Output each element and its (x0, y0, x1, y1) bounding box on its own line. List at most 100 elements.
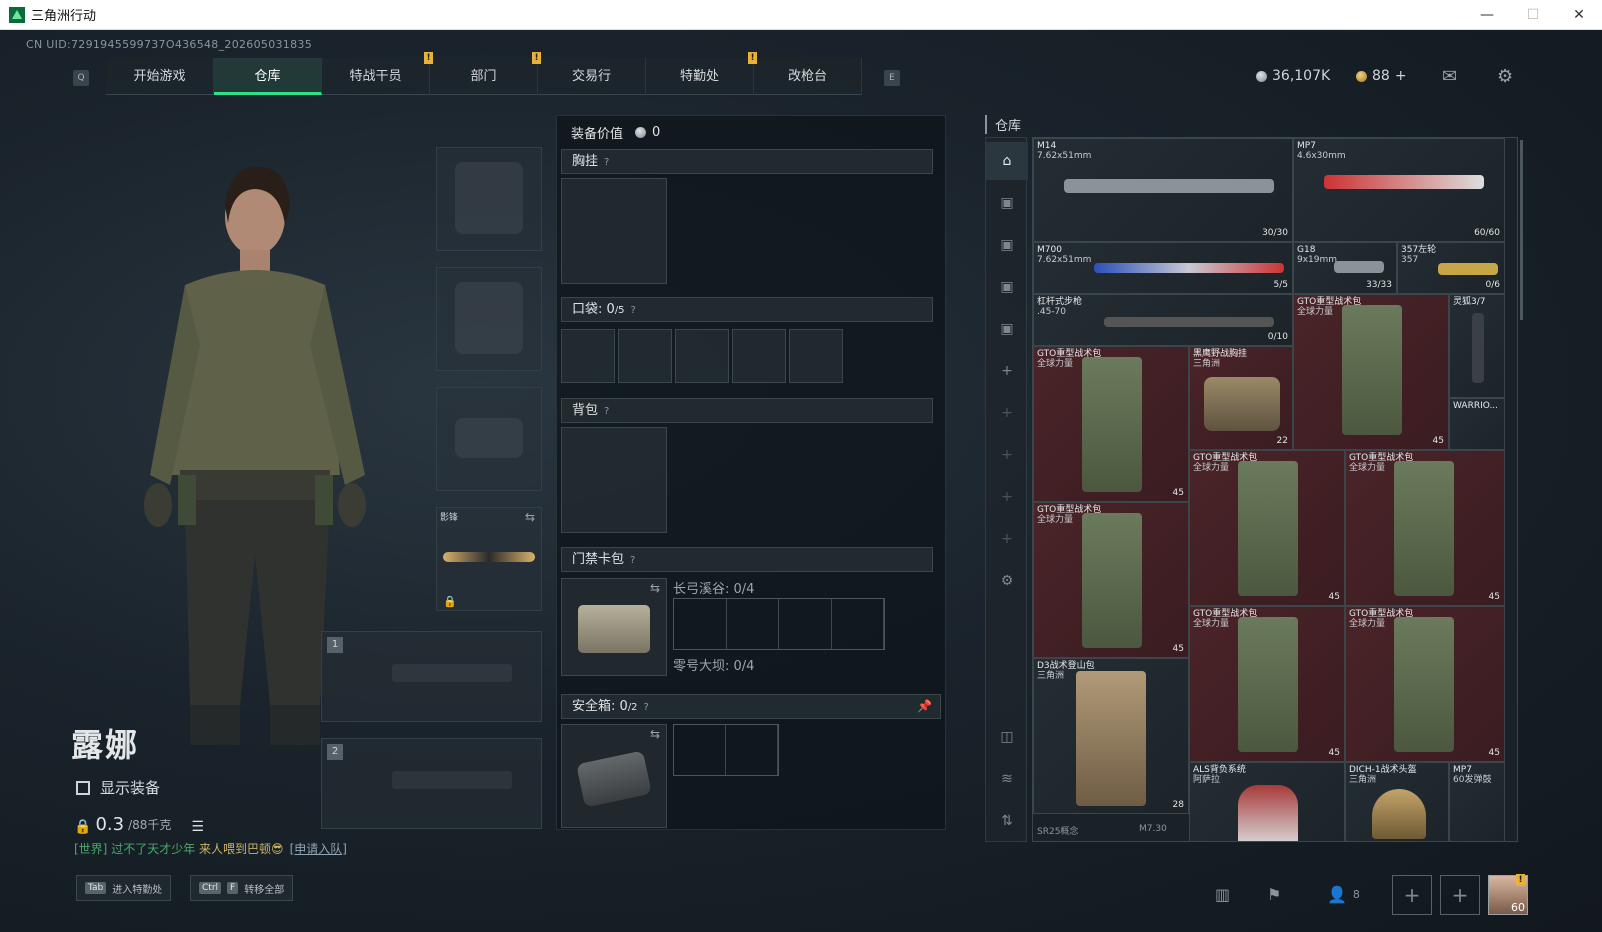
tab-warehouse[interactable]: 仓库 (214, 58, 322, 95)
minimize-button[interactable]: — (1464, 0, 1510, 30)
pistol-icon (1334, 261, 1384, 273)
tab-gunsmith[interactable]: 改枪台 (754, 58, 862, 95)
warehouse-tab-icon[interactable]: ▣ (986, 184, 1028, 222)
backpack-slot[interactable] (561, 427, 667, 533)
help-icon[interactable]: ? (631, 305, 636, 316)
warehouse-tab-icon[interactable]: ▣ (986, 268, 1028, 306)
mail-icon[interactable]: ✉ (1442, 66, 1457, 87)
storage-item-gto-backpack[interactable]: GTO重型战术包 全球力量 45 (1293, 294, 1449, 450)
tab-special-ops[interactable]: 特勤处! (646, 52, 757, 95)
lever-rifle-icon (1104, 317, 1274, 327)
storage-item-helmet[interactable]: DICH-1战术头盔 三角洲 (1345, 762, 1449, 841)
show-equipment-toggle[interactable]: 显示装备 (76, 777, 160, 798)
primary-weapon-slot-2[interactable]: 2 (321, 738, 542, 829)
invite-slot[interactable]: + (1392, 875, 1432, 915)
keycard-case-slot[interactable]: ⇆ (561, 578, 667, 676)
storage-item-gto-backpack[interactable]: GTO重型战术包 全球力量 45 (1345, 450, 1505, 606)
storage-item-scope[interactable]: 灵狐3/7 (1449, 294, 1505, 398)
gold-currency[interactable]: 88 + (1356, 68, 1407, 84)
help-icon[interactable]: ? (630, 555, 635, 566)
storage-item-357-revolver[interactable]: 357左轮 357 0/6 (1397, 242, 1505, 294)
tab-operators[interactable]: 特战干员! (322, 52, 433, 95)
melee-label: 影锋 (440, 513, 459, 523)
keycard-grid-longbow[interactable] (673, 598, 885, 650)
swap-icon[interactable]: ⇆ (525, 510, 535, 524)
swap-icon[interactable]: ⇆ (650, 581, 660, 595)
window-title: 三角洲行动 (31, 9, 97, 24)
tab-start-game[interactable]: 开始游戏 (106, 58, 214, 95)
backpack-header: 背包? (561, 398, 933, 423)
checkbox[interactable] (76, 780, 90, 795)
storage-item-mp7-drum[interactable]: MP7 60发弹鼓 (1449, 762, 1505, 841)
pocket-slot[interactable] (561, 329, 615, 383)
settings-gear-icon[interactable]: ⚙ (986, 562, 1028, 600)
storage-item-m700[interactable]: M700 7.62x51mm 5/5 (1033, 242, 1293, 294)
warehouse-tab-icon[interactable]: ▣ (986, 226, 1028, 264)
storage-item-gto-backpack[interactable]: GTO重型战术包 全球力量 45 (1033, 502, 1189, 658)
container-icon[interactable]: ◫ (986, 718, 1028, 756)
storage-item-als-system[interactable]: ALS背负系统 阿萨拉 (1189, 762, 1345, 841)
pocket-slot[interactable] (675, 329, 729, 383)
storage-item-label: SR25概念 (1037, 827, 1079, 837)
warehouse-all-icon[interactable]: ⌂ (986, 142, 1028, 180)
apply-join-link[interactable]: [申请入队] (290, 842, 347, 856)
storage-item-lever-rifle[interactable]: 杠杆式步枪 .45-70 0/10 (1033, 294, 1293, 346)
world-chat[interactable]: [世界] 过不了天才少年 来人喂到巴顿😎 [申请入队] (74, 840, 347, 857)
storage-item-gto-backpack[interactable]: GTO重型战术包 全球力量 45 (1189, 606, 1345, 762)
flag-icon[interactable]: ⚑ (1267, 885, 1281, 904)
safe-box-header: 安全箱: 0/2? 📌 (561, 694, 941, 719)
storage-item-gto-backpack[interactable]: GTO重型战术包 全球力量 45 (1345, 606, 1505, 762)
chest-rig-slot[interactable] (561, 178, 667, 284)
transfer-all-button[interactable]: Ctrl F 转移全部 (190, 875, 294, 901)
add-tab-icon[interactable]: + (986, 436, 1028, 474)
warehouse-scrollbar[interactable] (1520, 140, 1523, 320)
help-icon[interactable]: ? (644, 702, 649, 713)
storage-item-gto-backpack[interactable]: GTO重型战术包 全球力量 45 (1189, 450, 1345, 606)
storage-item-chest-rig[interactable]: 黑鹰野战胸挂 三角洲 22 (1189, 346, 1293, 450)
storage-item-d3-backpack[interactable]: D3战术登山包 三角洲 28 (1033, 658, 1189, 814)
melee-slot[interactable]: 影锋 ⇆ 🔒 (436, 507, 542, 611)
helmet-slot[interactable] (436, 147, 542, 251)
settings-gear-icon[interactable]: ⚙ (1497, 66, 1513, 87)
player-avatar[interactable]: ! 60 (1488, 874, 1528, 915)
pocket-slot[interactable] (618, 329, 672, 383)
swap-icon[interactable]: ⇆ (650, 727, 660, 741)
help-icon[interactable]: ? (604, 157, 609, 168)
tab-department[interactable]: 部门! (430, 52, 541, 95)
friends-button[interactable]: 👤 8 (1327, 885, 1360, 904)
storage-item-m14[interactable]: M14 7.62x51mm 30/30 (1033, 138, 1293, 242)
armor-slot[interactable] (436, 267, 542, 371)
pocket-slot[interactable] (732, 329, 786, 383)
pin-icon[interactable]: 📌 (917, 695, 932, 718)
sniper-rifle-icon (1094, 263, 1284, 273)
storage-item-gto-backpack[interactable]: GTO重型战术包 全球力量 45 (1033, 346, 1189, 502)
storage-item-warrior[interactable]: WARRIO... (1449, 398, 1505, 450)
add-tab-icon[interactable]: + (986, 352, 1028, 390)
nav-next-key[interactable]: E (884, 70, 900, 86)
storage-item-g18[interactable]: G18 9x19mm 33/33 (1293, 242, 1397, 294)
safe-box-grid[interactable] (673, 724, 779, 776)
add-tab-icon[interactable]: + (986, 394, 1028, 432)
stats-icon[interactable]: ▥ (1215, 885, 1230, 904)
pistol-slot[interactable] (436, 387, 542, 491)
list-icon[interactable]: ☰ (191, 819, 204, 835)
layers-icon[interactable]: ≋ (986, 760, 1028, 798)
silver-currency[interactable]: 36,107K (1256, 68, 1330, 84)
maximize-button[interactable]: ☐ (1510, 0, 1556, 30)
enter-special-ops-button[interactable]: Tab 进入特勤处 (76, 875, 172, 901)
primary-weapon-slot-1[interactable]: 1 (321, 631, 542, 722)
tab-market[interactable]: 交易行 (538, 58, 646, 95)
storage-item-mp7[interactable]: MP7 4.6x30mm 60/60 (1293, 138, 1505, 242)
add-currency-button[interactable]: + (1395, 68, 1407, 84)
pocket-slot[interactable] (789, 329, 843, 383)
chest-rig-icon (1204, 377, 1280, 431)
sort-icon[interactable]: ⇅ (986, 802, 1028, 840)
invite-slot[interactable]: + (1440, 875, 1480, 915)
close-button[interactable]: ✕ (1556, 0, 1602, 30)
add-tab-icon[interactable]: + (986, 520, 1028, 558)
safe-box-slot[interactable]: ⇆ (561, 724, 667, 828)
warehouse-tab-icon[interactable]: ▣ (986, 310, 1028, 348)
help-icon[interactable]: ? (604, 406, 609, 417)
nav-prev-key[interactable]: Q (73, 70, 89, 86)
add-tab-icon[interactable]: + (986, 478, 1028, 516)
